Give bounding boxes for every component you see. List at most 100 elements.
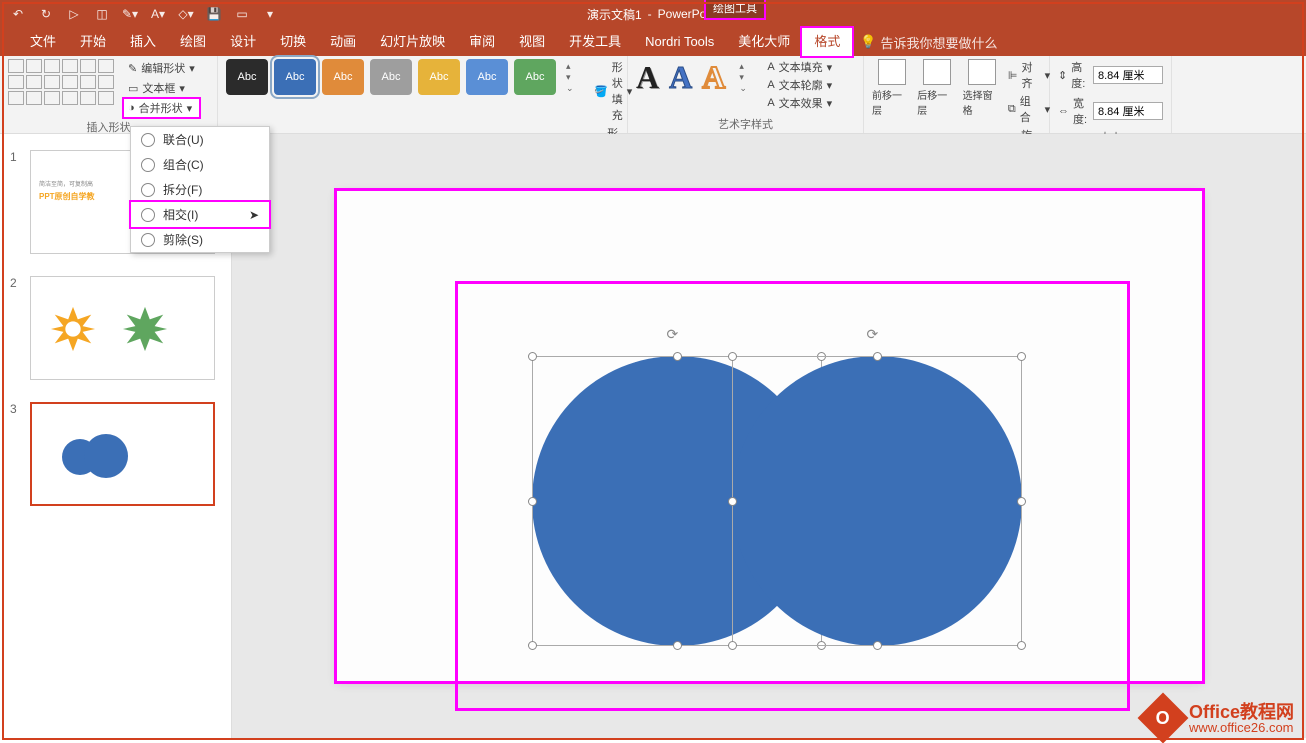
paint-bucket-icon: 🪣 <box>594 85 608 98</box>
bring-forward-icon <box>878 59 906 85</box>
tab-view[interactable]: 视图 <box>507 28 557 56</box>
shape-styles-gallery[interactable]: Abc Abc Abc Abc Abc Abc Abc ▴▾⌄ <box>226 59 580 95</box>
tab-developer[interactable]: 开发工具 <box>557 28 633 56</box>
text-outline-icon: A <box>767 79 774 91</box>
width-input[interactable] <box>1093 102 1163 120</box>
slide-canvas[interactable]: ⟳ ⟳ <box>337 191 1202 681</box>
wordart-preset[interactable]: A <box>669 59 692 96</box>
merge-shapes-menu: 联合(U) 组合(C) 拆分(F) 相交(I)➤ 剪除(S) <box>130 126 270 253</box>
lightbulb-icon: 💡 <box>860 34 876 50</box>
edit-shape-icon: ✎ <box>128 62 137 75</box>
group-arrange: 前移一层 后移一层 选择窗格 ⊫对齐 ▾ ⧉组合 ▾ ⟳旋转 ▾ 排列 <box>864 56 1050 133</box>
cursor-icon: ➤ <box>249 208 259 222</box>
window-title: 演示文稿1 - PowerPoint <box>587 6 719 23</box>
shape-fill-button[interactable]: 🪣形状填充 ▾ <box>594 59 632 123</box>
merge-combine[interactable]: 组合(C) <box>131 152 269 177</box>
tab-slideshow[interactable]: 幻灯片放映 <box>368 28 457 56</box>
rotate-handle-icon[interactable]: ⟳ <box>867 326 883 342</box>
wordart-preset[interactable]: A <box>702 59 725 96</box>
document-name: 演示文稿1 <box>587 6 642 23</box>
drawing-tools-contextual-tab: 绘图工具 <box>706 0 764 18</box>
tab-transitions[interactable]: 切换 <box>268 28 318 56</box>
merge-union[interactable]: 联合(U) <box>131 127 269 152</box>
redo-icon[interactable]: ↻ <box>38 6 54 22</box>
style-swatch[interactable]: Abc <box>226 59 268 95</box>
send-backward-button[interactable]: 后移一层 <box>917 59 956 117</box>
union-icon <box>141 133 155 147</box>
shapes-gallery[interactable] <box>8 59 114 105</box>
fragment-icon <box>141 183 155 197</box>
tab-file[interactable]: 文件 <box>18 28 68 56</box>
style-swatch[interactable]: Abc <box>466 59 508 95</box>
tab-beautify[interactable]: 美化大师 <box>726 28 802 56</box>
group-size: ⇕ 高度: ⇔ 宽度: 大小 <box>1050 56 1172 133</box>
thumbnail-3[interactable]: 3 <box>0 398 231 524</box>
group-wordart-styles: A A A ▴▾⌄ A文本填充 ▾ A文本轮廓 ▾ A文本效果 ▾ 艺术字样式 <box>628 56 864 133</box>
group-insert-shapes: ✎编辑形状 ▾ ▭文本框 ▾ ◑合并形状 ▾ 插入形状 <box>0 56 218 133</box>
style-swatch[interactable]: Abc <box>322 59 364 95</box>
height-control: ⇕ 高度: <box>1058 59 1163 91</box>
thumbnail-2[interactable]: 2 <box>0 272 231 398</box>
qat-icon[interactable]: ▭ <box>234 6 250 22</box>
width-control: ⇔ 宽度: <box>1058 95 1163 127</box>
start-from-beginning-icon[interactable]: ▷ <box>66 6 82 22</box>
tab-design[interactable]: 设计 <box>218 28 268 56</box>
tab-format[interactable]: 格式 <box>802 28 852 56</box>
subtract-icon <box>141 233 155 247</box>
combine-icon <box>141 158 155 172</box>
text-box-button[interactable]: ▭文本框 ▾ <box>124 79 199 97</box>
qat-more-icon[interactable]: ▾ <box>262 6 278 22</box>
group-label: 艺术字样式 <box>636 116 855 132</box>
rotate-handle-icon[interactable]: ⟳ <box>667 326 683 342</box>
merge-shapes-button[interactable]: ◑合并形状 ▾ <box>124 99 199 117</box>
selection-pane-icon <box>968 59 996 85</box>
tab-insert[interactable]: 插入 <box>118 28 168 56</box>
qat-icon[interactable]: A▾ <box>150 6 166 22</box>
watermark: O Office教程网 www.office26.com <box>1145 700 1294 736</box>
group-icon: ⧉ <box>1008 103 1016 116</box>
wordart-gallery[interactable]: A A A ▴▾⌄ <box>636 59 753 96</box>
tab-animations[interactable]: 动画 <box>318 28 368 56</box>
merge-fragment[interactable]: 拆分(F) <box>131 177 269 202</box>
tab-draw[interactable]: 绘图 <box>168 28 218 56</box>
text-box-icon: ▭ <box>128 82 138 95</box>
width-icon: ⇔ <box>1058 105 1069 117</box>
height-icon: ⇕ <box>1058 69 1067 82</box>
slide-canvas-area: ⟳ ⟳ <box>232 134 1306 738</box>
selection-box <box>732 356 1022 646</box>
text-effects-icon: A <box>767 97 774 109</box>
style-swatch[interactable]: Abc <box>274 59 316 95</box>
save-icon[interactable]: 💾 <box>206 6 222 22</box>
wordart-preset[interactable]: A <box>636 59 659 96</box>
edit-shape-button[interactable]: ✎编辑形状 ▾ <box>124 59 199 77</box>
ribbon-tabs: 文件 开始 插入 绘图 设计 切换 动画 幻灯片放映 审阅 视图 开发工具 No… <box>0 28 1306 56</box>
text-outline-button[interactable]: A文本轮廓 ▾ <box>767 77 832 93</box>
height-input[interactable] <box>1093 66 1163 84</box>
align-button[interactable]: ⊫对齐 ▾ <box>1008 59 1050 91</box>
qat-icon[interactable]: ✎▾ <box>122 6 138 22</box>
style-swatch[interactable]: Abc <box>514 59 556 95</box>
tab-review[interactable]: 审阅 <box>457 28 507 56</box>
text-fill-button[interactable]: A文本填充 ▾ <box>767 59 832 75</box>
group-button[interactable]: ⧉组合 ▾ <box>1008 93 1050 125</box>
qat-icon[interactable]: ◇▾ <box>178 6 194 22</box>
watermark-logo-icon: O <box>1138 693 1189 743</box>
tab-nordri[interactable]: Nordri Tools <box>633 28 726 56</box>
tell-me-search[interactable]: 💡 告诉我你想要做什么 <box>860 33 997 52</box>
gallery-more-icon[interactable]: ▴▾⌄ <box>566 61 580 94</box>
undo-icon[interactable]: ↶ <box>10 6 26 22</box>
selection-pane-button[interactable]: 选择窗格 <box>963 59 1002 117</box>
qat-icon[interactable]: ◫ <box>94 6 110 22</box>
style-swatch[interactable]: Abc <box>418 59 460 95</box>
text-effects-button[interactable]: A文本效果 ▾ <box>767 95 832 111</box>
merge-intersect[interactable]: 相交(I)➤ <box>131 202 269 227</box>
gallery-more-icon[interactable]: ▴▾⌄ <box>739 61 753 94</box>
text-fill-icon: A <box>767 61 774 73</box>
style-swatch[interactable]: Abc <box>370 59 412 95</box>
group-shape-styles: Abc Abc Abc Abc Abc Abc Abc ▴▾⌄ 🪣形状填充 ▾ … <box>218 56 628 133</box>
merge-subtract[interactable]: 剪除(S) <box>131 227 269 252</box>
bring-forward-button[interactable]: 前移一层 <box>872 59 911 117</box>
quick-access-toolbar: ↶ ↻ ▷ ◫ ✎▾ A▾ ◇▾ 💾 ▭ ▾ <box>0 6 288 22</box>
send-backward-icon <box>923 59 951 85</box>
tab-home[interactable]: 开始 <box>68 28 118 56</box>
